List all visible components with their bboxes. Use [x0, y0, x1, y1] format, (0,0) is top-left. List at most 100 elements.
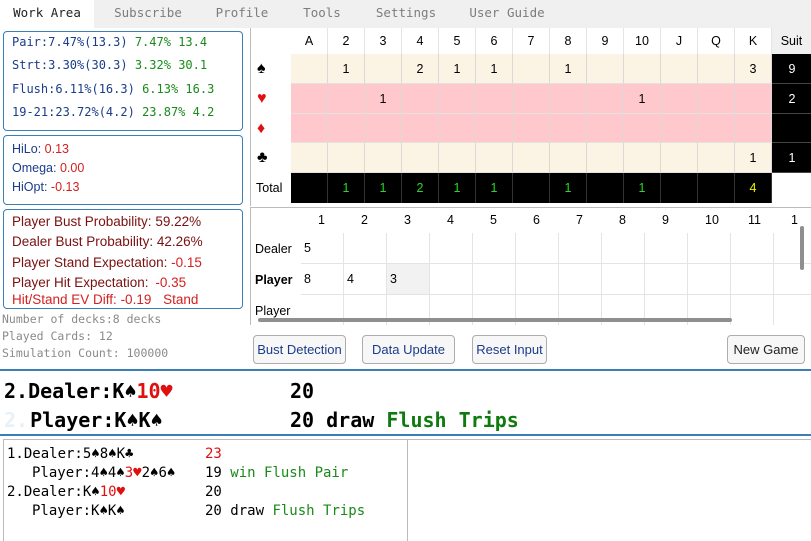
card-count-cell[interactable]: 1: [328, 54, 365, 84]
card-count-cell[interactable]: [513, 54, 550, 84]
hand-card-input[interactable]: [559, 233, 602, 264]
card-count-cell[interactable]: [476, 143, 513, 173]
card-count-cell[interactable]: [439, 143, 476, 173]
hand-card-input[interactable]: [731, 233, 774, 264]
card-count-cell[interactable]: [291, 114, 328, 143]
hand-card-input[interactable]: [430, 233, 473, 264]
card-count-cell[interactable]: [365, 143, 402, 173]
card-count-cell[interactable]: [439, 114, 476, 143]
hand-card-input[interactable]: 4: [344, 264, 387, 295]
card-count-cell[interactable]: [513, 84, 550, 114]
card-count-cell[interactable]: [735, 114, 772, 143]
hand-card-input[interactable]: [645, 264, 688, 295]
card-count-cell[interactable]: [513, 114, 550, 143]
card-count-cell[interactable]: [291, 84, 328, 114]
card-count-cell[interactable]: [661, 143, 698, 173]
rank-total-cell: 4: [735, 173, 772, 203]
card-count-cell[interactable]: 1: [439, 54, 476, 84]
card-count-cell[interactable]: 2: [402, 54, 439, 84]
card-count-cell[interactable]: [328, 84, 365, 114]
card-count-cell[interactable]: [698, 143, 735, 173]
tab-work-area[interactable]: Work Area: [0, 0, 94, 28]
hand-card-input[interactable]: [516, 233, 559, 264]
card-count-cell[interactable]: [328, 143, 365, 173]
hand-card-input[interactable]: [602, 233, 645, 264]
hand-card-input[interactable]: [774, 295, 811, 325]
hand-card-input[interactable]: [774, 264, 811, 295]
card-count-cell[interactable]: [698, 84, 735, 114]
card-count-cell[interactable]: [550, 143, 587, 173]
card-count-cell[interactable]: [587, 54, 624, 84]
hand-table-header-4: 4: [447, 213, 454, 227]
card-count-cell[interactable]: [624, 114, 661, 143]
card-count-cell[interactable]: 3: [735, 54, 772, 84]
card-count-cell[interactable]: [439, 84, 476, 114]
hand-card-input[interactable]: 3: [387, 264, 430, 295]
card-count-cell[interactable]: [476, 84, 513, 114]
card-count-cell[interactable]: [402, 143, 439, 173]
hand-card-input[interactable]: [645, 233, 688, 264]
card-count-cell[interactable]: [624, 143, 661, 173]
result-player-line: 2. Player:K♠K♠: [4, 408, 163, 432]
hand-card-input[interactable]: [473, 233, 516, 264]
card-count-cell[interactable]: [550, 114, 587, 143]
tab-subscribe[interactable]: Subscribe: [102, 0, 194, 28]
card-count-cell[interactable]: [402, 84, 439, 114]
card-count-cell[interactable]: [402, 114, 439, 143]
card-count-cell[interactable]: [587, 114, 624, 143]
card-count-cell[interactable]: [291, 54, 328, 84]
hand-card-input[interactable]: [688, 233, 731, 264]
card-count-cell[interactable]: [698, 54, 735, 84]
hand-card-input[interactable]: [688, 264, 731, 295]
card-table-header-8: 8: [550, 28, 587, 54]
tab-profile[interactable]: Profile: [202, 0, 282, 28]
ev-panel: Player Bust Probability: 59.22% Dealer B…: [3, 209, 243, 309]
card-count-cell[interactable]: [587, 84, 624, 114]
card-count-cell[interactable]: [513, 143, 550, 173]
tab-settings[interactable]: Settings: [362, 0, 450, 28]
hand-card-input[interactable]: 8: [301, 264, 344, 295]
card-count-cell[interactable]: [365, 114, 402, 143]
hand-card-input[interactable]: [774, 233, 811, 264]
hand-card-input[interactable]: 5: [301, 233, 344, 264]
card-count-cell[interactable]: [661, 114, 698, 143]
new-game-button[interactable]: New Game: [727, 335, 805, 364]
hand-table-horizontal-scrollbar[interactable]: [258, 318, 732, 322]
card-count-cell[interactable]: [698, 114, 735, 143]
tab-user-guide[interactable]: User Guide: [458, 0, 556, 28]
card-count-cell[interactable]: [624, 54, 661, 84]
hand-card-input[interactable]: [602, 264, 645, 295]
card-count-cell[interactable]: [365, 54, 402, 84]
hand-card-input[interactable]: [344, 233, 387, 264]
card-table-header-9: 9: [587, 28, 624, 54]
total-label: Total: [256, 181, 283, 195]
data-update-button[interactable]: Data Update: [362, 335, 455, 364]
rank-total-cell: [661, 173, 698, 203]
card-count-cell[interactable]: [476, 114, 513, 143]
hand-card-input[interactable]: [559, 264, 602, 295]
hand-table-vertical-scrollbar[interactable]: [800, 226, 804, 270]
reset-input-button[interactable]: Reset Input: [472, 335, 547, 364]
card-count-cell[interactable]: [328, 114, 365, 143]
hand-card-input[interactable]: [430, 264, 473, 295]
card-count-cell[interactable]: [587, 143, 624, 173]
bust-detection-button[interactable]: Bust Detection: [253, 335, 346, 364]
card-count-cell[interactable]: [661, 54, 698, 84]
tab-tools[interactable]: Tools: [290, 0, 354, 28]
card-count-cell[interactable]: 1: [735, 143, 772, 173]
hand-card-input[interactable]: [731, 264, 774, 295]
hand-card-input[interactable]: [516, 264, 559, 295]
card-count-cell[interactable]: 1: [476, 54, 513, 84]
card-count-cell[interactable]: 1: [365, 84, 402, 114]
card-table-corner: [251, 28, 291, 54]
count-panel: HiLo: 0.13 Omega: 0.00 HiOpt: -0.13: [3, 135, 243, 205]
card-count-cell[interactable]: [735, 84, 772, 114]
card-count-cell[interactable]: 1: [624, 84, 661, 114]
hand-card-input[interactable]: [731, 295, 774, 325]
card-count-cell[interactable]: 1: [550, 54, 587, 84]
hand-card-input[interactable]: [387, 233, 430, 264]
card-count-cell[interactable]: [550, 84, 587, 114]
card-count-cell[interactable]: [661, 84, 698, 114]
card-count-cell[interactable]: [291, 143, 328, 173]
hand-card-input[interactable]: [473, 264, 516, 295]
